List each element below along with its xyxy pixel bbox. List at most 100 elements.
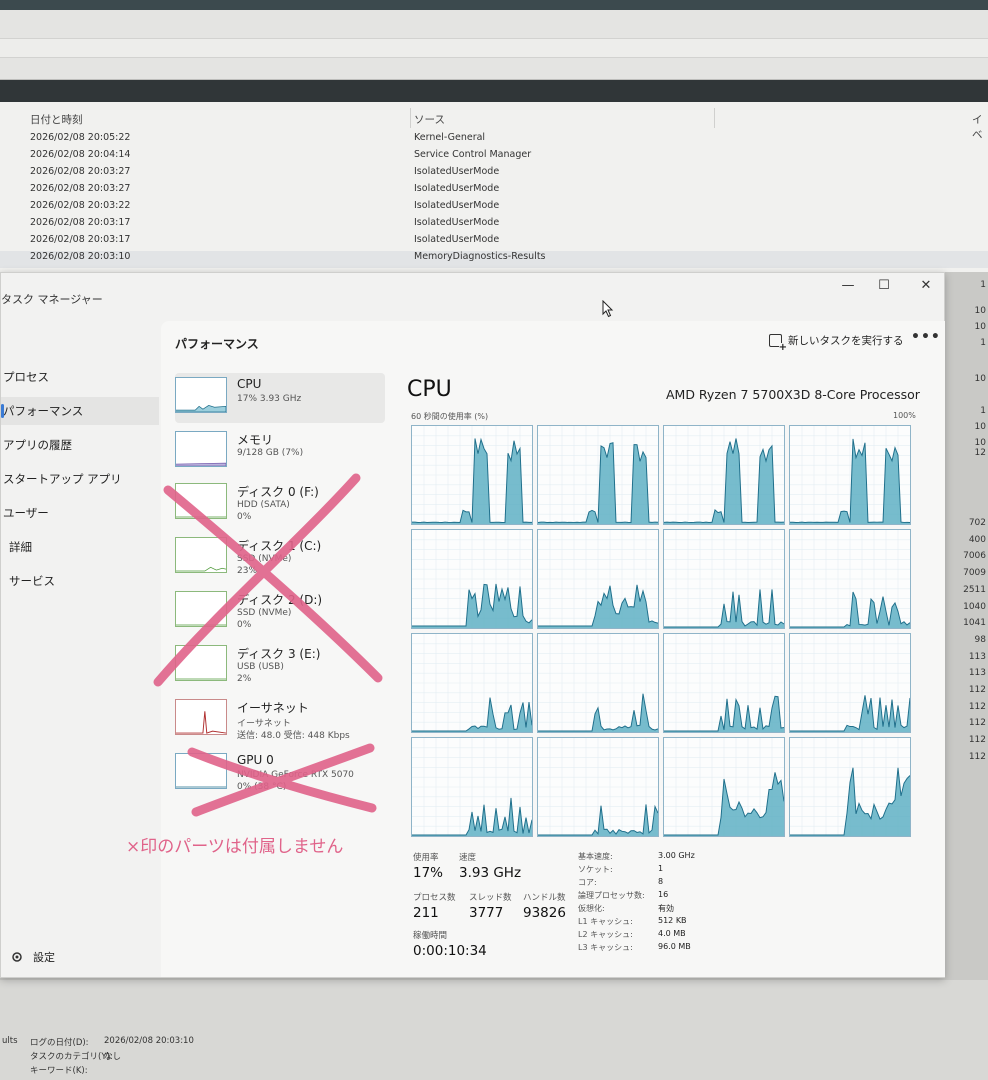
logical-processor-graphs [411,425,921,837]
resource-disk-3[interactable]: ディスク 3 (E:) USB (USB) 2% [175,641,385,691]
cpu-stats: 使用率 17% 速度 3.93 GHz プロセス数 211 スレッド数 3777… [413,851,933,971]
ethernet-thumbnail-graph [175,699,227,735]
event-id-value: 10 [974,374,986,384]
event-row[interactable]: 2026/02/08 20:05:22 Kernel-General [0,132,988,149]
event-id-value: 1 [980,338,986,348]
event-id-value: 10 [974,322,986,332]
process-count-label: プロセス数 [413,893,456,903]
logical-processor-graph [663,633,785,733]
event-id-value: 7006 [963,551,986,562]
nav-services[interactable]: サービス [1,567,159,595]
uptime-value: 0:00:10:34 [413,943,487,959]
resource-disk-2[interactable]: ディスク 2 (D:) SSD (NVMe) 0% [175,587,385,637]
log-date-label: ログの日付(D): [30,1038,89,1048]
logical-processor-graph [411,529,533,629]
speed-value: 3.93 GHz [459,865,522,881]
resource-detail: 9/128 GB (7%) [237,448,304,458]
page-title: パフォーマンス [175,337,259,351]
nav-performance[interactable]: パフォーマンス [1,397,159,425]
event-row[interactable]: 2026/02/08 20:03:27 IsolatedUserMode [0,166,988,183]
resource-cpu[interactable]: CPU 17% 3.93 GHz [175,373,385,423]
event-id-value: 112 [968,751,986,762]
event-row[interactable]: 2026/02/08 20:03:27 IsolatedUserMode [0,183,988,200]
resource-usage: 0% [237,512,252,522]
resource-name: ディスク 2 (D:) [237,593,323,607]
category-value: なし [104,1052,122,1062]
resource-gpu-0[interactable]: GPU 0 NVIDIA GeForce RTX 5070 0% (38 °C) [175,749,385,799]
disk-2-thumbnail-graph [175,591,227,627]
run-new-task-button[interactable]: 新しいタスクを実行する [769,333,904,353]
resource-disk-0[interactable]: ディスク 0 (F:) HDD (SATA) 0% [175,479,385,529]
resource-name: メモリ [237,433,274,447]
resource-name: CPU [237,377,262,391]
nav-details[interactable]: 詳細 [1,533,159,561]
details-prefix: ults [2,1036,18,1046]
close-button[interactable]: ✕ [911,278,941,293]
background-window-bar [0,0,988,10]
event-id-value: 113 [968,651,986,662]
event-id-column: 1 10 10 1 10 1 10 10 12 702 400 7006 7009 2511 1040 104… [945,280,988,780]
disk-1-thumbnail-graph [175,537,227,573]
disk-0-thumbnail-graph [175,483,227,519]
column-datetime[interactable]: 日付と時刻 [30,112,83,127]
logical-processor-graph [663,737,785,837]
performance-panel: パフォーマンス 新しいタスクを実行する ••• CPU 17% 3.93 GHz… [161,321,945,977]
spec-label: L3 キャッシュ: [578,943,633,952]
resource-type: HDD (SATA) [237,500,290,510]
more-options-button[interactable]: ••• [911,329,941,345]
event-row[interactable]: 2026/02/08 20:03:22 IsolatedUserMode [0,200,988,217]
resource-name: ディスク 3 (E:) [237,647,321,661]
event-details-pane: ults ログの日付(D): 2026/02/08 20:03:10 タスクのカ… [0,980,988,1080]
logical-processor-graph [411,737,533,837]
uptime-label: 稼働時間 [413,931,448,941]
new-task-icon [769,334,787,353]
nav-app-history[interactable]: アプリの履歴 [1,431,159,459]
logical-processor-graph [537,737,659,837]
nav-users[interactable]: ユーザー [1,499,159,527]
event-id-value: 112 [968,685,986,695]
event-row[interactable]: 2026/02/08 20:03:17 IsolatedUserMode [0,217,988,234]
event-id-value: 98 [974,634,986,645]
nav-processes[interactable]: プロセス [1,363,159,391]
spec-value: 4.0 MB [658,929,686,938]
column-source[interactable]: ソース [414,112,445,127]
event-row[interactable]: 2026/02/08 20:04:14 Service Control Manag… [0,149,988,166]
utilization-caption: 60 秒間の使用率 (%) [411,412,489,421]
event-id-value: 112 [968,735,986,746]
event-row[interactable]: 2026/02/08 20:03:17 IsolatedUserMode [0,234,988,251]
event-id-value: 7009 [963,568,986,579]
spec-value: 1 [658,864,664,873]
logical-processor-graph [537,633,659,733]
event-id-value: 112 [968,701,986,712]
task-manager-window: タスク マネージャー — ☐ ✕ プロセス パフォーマンス アプリの履歴 スター… [0,272,945,978]
event-id-value: 400 [968,534,986,545]
event-id-value: 113 [968,668,986,679]
resource-type: SSD (NVMe) [237,608,292,618]
resource-usage: 2% [237,674,252,684]
event-id-value: 1 [980,280,986,290]
event-id-value: 1040 [963,601,986,612]
annotation-note: ×印のパーツは付属しません [126,837,344,857]
spec-value: 16 [658,890,669,899]
gpu-thumbnail-graph [175,753,227,789]
settings-label: 設定 [33,951,55,964]
resource-type: USB (USB) [237,662,284,672]
resource-ethernet[interactable]: イーサネット イーサネット 送信: 48.0 受信: 448 Kbps [175,695,385,745]
logical-processor-graph [789,425,911,525]
resource-type: SSD (NVMe) [237,554,292,564]
nav-settings[interactable]: 設定 [11,949,55,965]
spec-value: 3.00 GHz [658,851,695,860]
keyword-label: キーワード(K): [30,1066,88,1076]
resource-disk-1[interactable]: ディスク 1 (C:) SSD (NVMe) 23% [175,533,385,583]
resource-list: CPU 17% 3.93 GHz メモリ 9/128 GB (7%) ディスク … [169,373,385,973]
resource-usage: 0% [237,620,252,630]
event-row-selected[interactable]: 2026/02/08 20:03:10 MemoryDiagnostics-Res… [0,251,988,268]
spec-value: 有効 [658,904,674,913]
minimize-button[interactable]: — [833,278,863,293]
nav-startup-apps[interactable]: スタートアップ アプリ [1,465,159,493]
resource-memory[interactable]: メモリ 9/128 GB (7%) [175,427,385,477]
maximize-button[interactable]: ☐ [869,278,899,293]
spec-value: 512 KB [658,916,687,925]
resource-usage: 0% (38 °C) [237,782,287,792]
thread-count-value: 3777 [469,905,504,921]
